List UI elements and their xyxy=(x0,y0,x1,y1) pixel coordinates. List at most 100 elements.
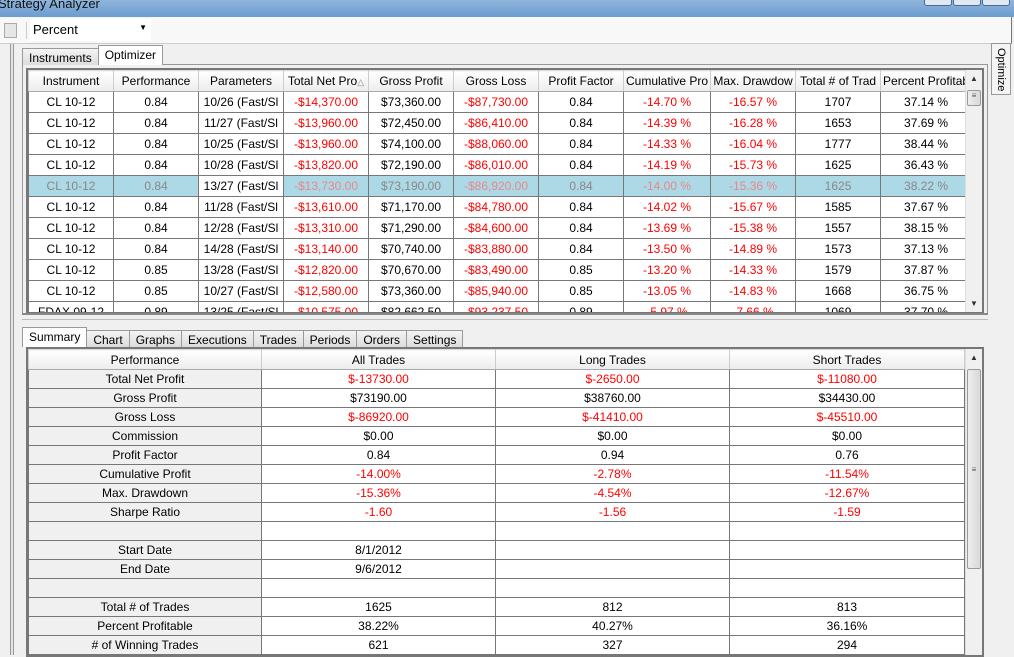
document-icon[interactable] xyxy=(4,23,17,38)
table-cell: 0.85 xyxy=(538,280,624,302)
metric-value: 621 xyxy=(261,635,496,655)
table-cell: -14.89 % xyxy=(710,238,797,260)
table-cell: 1557 xyxy=(795,217,882,239)
table-cell: 37.67 % xyxy=(880,196,973,218)
metric-value: 294 xyxy=(729,635,965,655)
table-row[interactable]: CL 10-12 0.84 10/28 (Fast/Sl -$13,820.00 $72… xyxy=(28,154,973,176)
column-header[interactable]: Total # of Trad xyxy=(795,70,882,92)
tab-executions[interactable]: Executions xyxy=(181,330,254,347)
summary-row: Percent Profitable 38.22% 40.27% 36.16% xyxy=(28,616,965,636)
chevron-down-icon: ▼ xyxy=(139,23,147,32)
metric-value: $34430.00 xyxy=(729,388,965,408)
table-cell: 0.84 xyxy=(113,133,199,155)
metric-value: 327 xyxy=(495,635,730,655)
table-cell: $74,100.00 xyxy=(368,133,454,155)
metric-value xyxy=(495,521,730,541)
table-cell: -14.33 % xyxy=(710,259,797,281)
metric-label: Sharpe Ratio xyxy=(28,502,262,522)
scroll-thumb[interactable]: ≡ xyxy=(967,90,981,106)
maximize-button[interactable] xyxy=(953,0,981,6)
column-header[interactable]: Performance xyxy=(28,349,262,370)
table-cell: -$86,410.00 xyxy=(453,112,539,134)
column-header[interactable]: Total Net Pro△ xyxy=(283,70,369,92)
table-cell: 0.84 xyxy=(538,196,624,218)
toolbar-separator xyxy=(26,22,27,39)
scroll-thumb[interactable]: ≡ xyxy=(967,369,981,569)
column-header[interactable]: Short Trades xyxy=(729,349,965,370)
metric-value: -2.78% xyxy=(495,464,730,484)
table-cell: 0.84 xyxy=(113,196,199,218)
tab-graphs[interactable]: Graphs xyxy=(128,330,183,347)
table-row[interactable]: CL 10-12 0.84 10/26 (Fast/Sl -$14,370.00 $73… xyxy=(28,91,973,113)
tab-optimize-side[interactable]: Optimize xyxy=(991,43,1011,95)
table-cell: -14.83 % xyxy=(710,280,797,302)
column-header[interactable]: Gross Loss xyxy=(453,70,539,92)
scroll-down-icon[interactable]: ▼ xyxy=(966,295,982,312)
metric-label: Start Date xyxy=(28,540,262,560)
metric-label: Gross Profit xyxy=(28,388,262,408)
table-row[interactable]: CL 10-12 0.84 12/28 (Fast/Sl -$13,310.00 $71… xyxy=(28,217,973,239)
minimize-button[interactable] xyxy=(924,0,952,6)
metric-value: 813 xyxy=(729,597,965,617)
metric-value: 0.76 xyxy=(729,445,965,465)
metric-value: $-41410.00 xyxy=(495,407,730,427)
column-header[interactable]: Instrument xyxy=(28,70,114,92)
table-cell: CL 10-12 xyxy=(28,154,114,176)
table-row[interactable]: CL 10-12 0.84 11/28 (Fast/Sl -$13,610.00 $71… xyxy=(28,196,973,218)
table-row[interactable]: CL 10-12 0.84 14/28 (Fast/Sl -$13,140.00 $70… xyxy=(28,238,973,260)
table-row[interactable]: CL 10-12 0.85 13/28 (Fast/Sl -$12,820.00 $70… xyxy=(28,259,973,281)
table-cell: 38.15 % xyxy=(880,217,973,239)
table-cell: CL 10-12 xyxy=(28,91,114,113)
table-cell: -$13,820.00 xyxy=(283,154,369,176)
metric-value: -14.00% xyxy=(261,464,496,484)
table-cell: -16.04 % xyxy=(710,133,797,155)
summary-row: Gross Loss $-86920.00 $-41410.00 $-45510.00 xyxy=(28,407,965,427)
display-mode-dropdown[interactable]: Percent ▼ xyxy=(30,19,151,41)
column-header[interactable]: Parameters xyxy=(198,70,284,92)
table-cell: 37.87 % xyxy=(880,259,973,281)
table-cell: 14/28 (Fast/Sl xyxy=(198,238,284,260)
summary-row: Commission $0.00 $0.00 $0.00 xyxy=(28,426,965,446)
table-cell: -15.67 % xyxy=(710,196,797,218)
tab-summary[interactable]: Summary xyxy=(22,327,88,347)
column-header[interactable]: Performance xyxy=(113,70,199,92)
tab-orders[interactable]: Orders xyxy=(356,330,408,347)
column-header[interactable]: All Trades xyxy=(261,349,496,370)
column-header[interactable]: Long Trades xyxy=(495,349,730,370)
header-row: Instrument Performance Parameters Total Net… xyxy=(28,70,973,92)
column-header[interactable]: Gross Profit xyxy=(368,70,454,92)
tab-settings[interactable]: Settings xyxy=(406,330,464,347)
tab-chart[interactable]: Chart xyxy=(86,330,130,347)
table-cell: -$83,880.00 xyxy=(453,238,539,260)
table-cell: CL 10-12 xyxy=(28,217,114,239)
table-cell: CL 10-12 xyxy=(28,196,114,218)
table-row[interactable]: CL 10-12 0.85 10/27 (Fast/Sl -$12,580.00 $73… xyxy=(28,280,973,302)
close-button[interactable] xyxy=(982,0,1010,6)
scroll-up-icon[interactable]: ▲ xyxy=(966,349,982,366)
metric-value: 0.94 xyxy=(495,445,730,465)
table-cell: $73,190.00 xyxy=(368,175,454,197)
column-header[interactable]: Profit Factor xyxy=(538,70,624,92)
table-cell: -14.00 % xyxy=(622,175,712,197)
summary-row: Profit Factor 0.84 0.94 0.76 xyxy=(28,445,965,465)
table-cell: -$86,920.00 xyxy=(453,175,539,197)
table-cell: 13/27 (Fast/Sl xyxy=(198,175,284,197)
optimizer-scrollbar[interactable]: ▲ ≡ ▼ xyxy=(965,70,982,312)
table-row[interactable]: CL 10-12 0.84 13/27 (Fast/Sl -$13,730.00 $73… xyxy=(28,175,973,197)
panel-splitter[interactable] xyxy=(22,313,988,320)
tab-trades[interactable]: Trades xyxy=(252,330,304,347)
tab-optimizer[interactable]: Optimizer xyxy=(97,45,164,65)
table-row[interactable]: CL 10-12 0.84 11/27 (Fast/Sl -$13,960.00 $72… xyxy=(28,112,973,134)
column-header[interactable]: Percent Profitab xyxy=(880,70,973,92)
tab-instruments[interactable]: Instruments xyxy=(22,48,99,65)
column-header-label: Max. Drawdow xyxy=(713,74,793,88)
table-cell: 10/25 (Fast/Sl xyxy=(198,133,284,155)
tab-periods[interactable]: Periods xyxy=(302,330,358,347)
column-header-label: Instrument xyxy=(42,74,100,88)
table-cell: -13.69 % xyxy=(622,217,712,239)
table-row[interactable]: CL 10-12 0.84 10/25 (Fast/Sl -$13,960.00 $74… xyxy=(28,133,973,155)
column-header[interactable]: Max. Drawdow xyxy=(710,70,797,92)
scroll-up-icon[interactable]: ▲ xyxy=(966,70,982,87)
column-header[interactable]: Cumulative Pro xyxy=(622,70,712,92)
summary-scrollbar[interactable]: ▲ ≡ xyxy=(965,349,982,655)
